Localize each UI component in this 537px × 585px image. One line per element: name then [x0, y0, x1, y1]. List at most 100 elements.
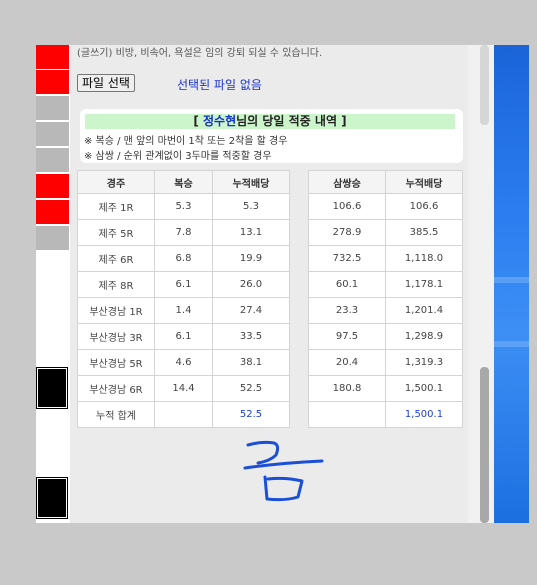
samssang-cell: 60.1	[308, 271, 386, 298]
scrollbar-thumb[interactable]	[480, 367, 489, 523]
boksung-cell: 5.3	[154, 193, 213, 220]
scrollbar-track-top	[480, 45, 489, 125]
title-bracket: [	[193, 114, 203, 128]
cumulative-cell: 1,500.1	[385, 375, 463, 402]
race-cell: 제주 5R	[77, 219, 155, 246]
sidebar-dark-thumbnail[interactable]	[36, 367, 68, 409]
table-row: 제주 6R 6.8 19.9	[77, 245, 290, 272]
sidebar-block-gray[interactable]	[36, 122, 69, 146]
cumulative-cell: 5.3	[212, 193, 290, 220]
boksung-cell: 6.8	[154, 245, 213, 272]
samssang-cell: 180.8	[308, 375, 386, 402]
col-header-samssang: 삼쌍승	[308, 170, 386, 194]
cumulative-cell: 52.5	[212, 375, 290, 402]
total-empty	[154, 401, 213, 428]
desktop-wallpaper-streak	[494, 277, 529, 283]
handwritten-glyph-icon	[243, 440, 324, 502]
col-header-boksung: 복승	[154, 170, 213, 194]
boksung-cell: 7.8	[154, 219, 213, 246]
samssang-cell: 20.4	[308, 349, 386, 376]
race-cell: 부산경남 6R	[77, 375, 155, 402]
sidebar-block-gray[interactable]	[36, 96, 69, 120]
file-status: 선택된 파일 없음	[177, 78, 262, 92]
samssang-cell: 732.5	[308, 245, 386, 272]
race-cell: 제주 6R	[77, 245, 155, 272]
table-row: 180.8 1,500.1	[308, 375, 463, 402]
summary-box: [ 정수현님의 당일 적중 내역 ] ※ 복승 / 맨 앞의 마번이 1착 또는…	[80, 109, 463, 163]
table-row: 20.4 1,319.3	[308, 349, 463, 376]
cumulative-cell: 27.4	[212, 297, 290, 324]
col-header-cumulative: 누적배당	[212, 170, 290, 194]
table-header-row: 삼쌍승 누적배당	[308, 170, 463, 194]
samssang-cell: 278.9	[308, 219, 386, 246]
table-row: 278.9 385.5	[308, 219, 463, 246]
cumulative-cell: 33.5	[212, 323, 290, 350]
cumulative-cell: 1,118.0	[385, 245, 463, 272]
race-cell: 제주 8R	[77, 271, 155, 298]
samssang-cell: 106.6	[308, 193, 386, 220]
cumulative-cell: 1,319.3	[385, 349, 463, 376]
cumulative-cell: 26.0	[212, 271, 290, 298]
total-row: 1,500.1	[308, 401, 463, 428]
cumulative-cell: 1,178.1	[385, 271, 463, 298]
col-header-race: 경주	[77, 170, 155, 194]
sidebar-block-red[interactable]	[36, 174, 69, 198]
boksung-cell: 14.4	[154, 375, 213, 402]
desktop-wallpaper-streak	[494, 341, 529, 347]
table-row: 732.5 1,118.0	[308, 245, 463, 272]
race-cell: 제주 1R	[77, 193, 155, 220]
table-row: 106.6 106.6	[308, 193, 463, 220]
race-cell: 부산경남 1R	[77, 297, 155, 324]
member-name[interactable]: 정수현	[203, 114, 236, 128]
total-cumulative: 1,500.1	[385, 401, 463, 428]
boksung-cell: 1.4	[154, 297, 213, 324]
samssang-cell: 97.5	[308, 323, 386, 350]
table-row: 부산경남 6R 14.4 52.5	[77, 375, 290, 402]
table-row: 23.3 1,201.4	[308, 297, 463, 324]
browser-window: (글쓰기) 비방, 비속어, 욕설은 임의 강퇴 되실 수 있습니다. 파일 선…	[36, 45, 494, 523]
table-row: 97.5 1,298.9	[308, 323, 463, 350]
total-label: 누적 합계	[77, 401, 155, 428]
left-sidebar	[36, 45, 70, 523]
sidebar-block-gray[interactable]	[36, 226, 69, 250]
desktop-background	[494, 45, 529, 523]
posting-notice: (글쓰기) 비방, 비속어, 욕설은 임의 강퇴 되실 수 있습니다.	[77, 48, 323, 59]
summary-title: [ 정수현님의 당일 적중 내역 ]	[85, 114, 455, 129]
table-header-row: 경주 복승 누적배당	[77, 170, 290, 194]
sidebar-block-gray[interactable]	[36, 148, 69, 172]
note-samssang: ※ 삼쌍 / 순위 관계없이 3두마를 적중할 경우	[84, 151, 272, 162]
race-cell: 부산경남 5R	[77, 349, 155, 376]
table-row: 부산경남 5R 4.6 38.1	[77, 349, 290, 376]
cumulative-cell: 385.5	[385, 219, 463, 246]
samssang-cell: 23.3	[308, 297, 386, 324]
cumulative-cell: 38.1	[212, 349, 290, 376]
table-row: 제주 5R 7.8 13.1	[77, 219, 290, 246]
total-empty	[308, 401, 386, 428]
col-header-cumulative: 누적배당	[385, 170, 463, 194]
title-text: 님의 당일 적중 내역 ]	[236, 114, 347, 128]
cumulative-cell: 1,298.9	[385, 323, 463, 350]
table-row: 부산경남 1R 1.4 27.4	[77, 297, 290, 324]
boksung-cell: 6.1	[154, 271, 213, 298]
total-cumulative: 52.5	[212, 401, 290, 428]
table-row: 부산경남 3R 6.1 33.5	[77, 323, 290, 350]
cumulative-cell: 13.1	[212, 219, 290, 246]
sidebar-block-red[interactable]	[36, 200, 69, 224]
page-scrollbar[interactable]	[468, 45, 494, 523]
boksung-cell: 4.6	[154, 349, 213, 376]
samssang-table: 삼쌍승 누적배당 106.6 106.6 278.9 385.5 732.5 1,11…	[308, 170, 463, 428]
boksung-table: 경주 복승 누적배당 제주 1R 5.3 5.3 제주 5R 7.8 13.1 제주 6…	[77, 170, 290, 428]
note-boksung: ※ 복승 / 맨 앞의 마번이 1착 또는 2착을 할 경우	[84, 136, 288, 147]
table-row: 제주 1R 5.3 5.3	[77, 193, 290, 220]
table-row: 60.1 1,178.1	[308, 271, 463, 298]
table-row: 제주 8R 6.1 26.0	[77, 271, 290, 298]
boksung-cell: 6.1	[154, 323, 213, 350]
sidebar-dark-thumbnail[interactable]	[36, 477, 68, 519]
sidebar-block-red[interactable]	[36, 45, 69, 69]
cumulative-cell: 106.6	[385, 193, 463, 220]
cumulative-cell: 1,201.4	[385, 297, 463, 324]
race-cell: 부산경남 3R	[77, 323, 155, 350]
cumulative-cell: 19.9	[212, 245, 290, 272]
sidebar-block-red[interactable]	[36, 70, 69, 94]
file-select-button[interactable]: 파일 선택	[77, 74, 135, 92]
